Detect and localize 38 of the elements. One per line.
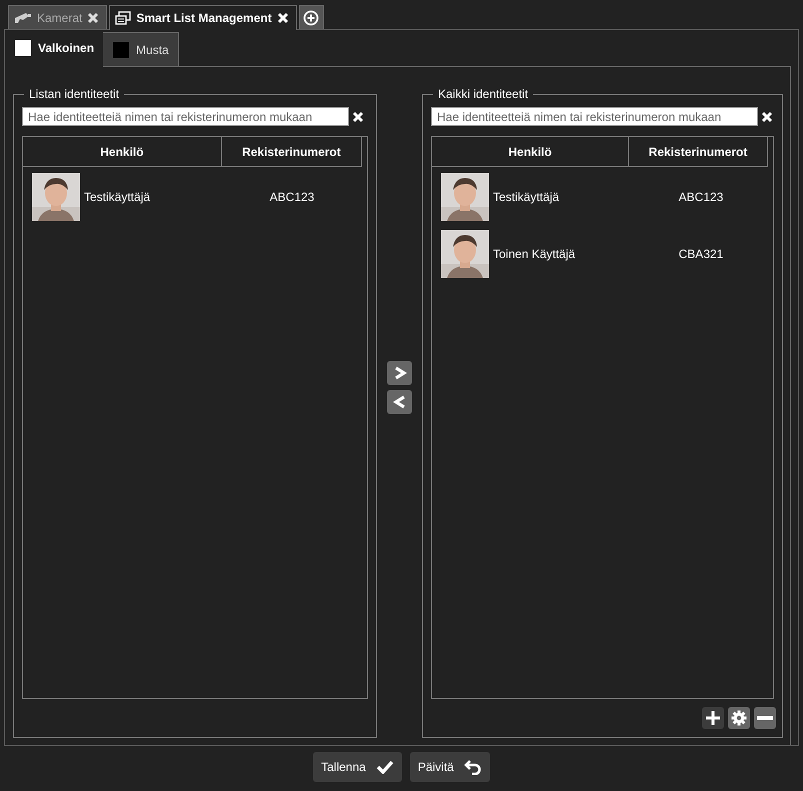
plate-number: ABC123 [678, 190, 724, 204]
search-field[interactable]: Hae identiteetteiä nimen tai rekisterinumeron mukaan [22, 107, 349, 126]
clear-search-icon[interactable] [761, 110, 773, 122]
plate-number: CBA321 [678, 247, 724, 261]
clear-search-icon[interactable] [352, 110, 364, 122]
tab[interactable]: Kamerat [8, 5, 108, 29]
list-window-icon [115, 11, 132, 25]
column-header[interactable]: Henkilö [432, 137, 630, 166]
remove-button[interactable] [754, 707, 776, 729]
panel-title: Listan identiteetit [28, 87, 120, 101]
column-header[interactable]: Henkilö [23, 137, 222, 166]
column-header[interactable]: Rekisterinumerot [629, 137, 768, 166]
list-tab[interactable]: Musta [103, 32, 179, 67]
person-name: Toinen Käyttäjä [493, 247, 576, 261]
search-field[interactable]: Hae identiteetteiä nimen tai rekisterinumeron mukaan [431, 107, 758, 126]
add-button[interactable] [702, 707, 724, 729]
chevron-right-icon [392, 366, 406, 380]
move-right-button[interactable] [387, 361, 412, 385]
panel-title: Kaikki identiteetit [437, 87, 530, 101]
person-name: Testikäyttäjä [84, 190, 150, 204]
save-button[interactable]: Tallenna [313, 752, 402, 782]
settings-icon [731, 710, 747, 726]
plus-icon [705, 710, 721, 726]
chevron-left-icon [392, 395, 406, 409]
minus-icon [757, 716, 773, 720]
settings-button[interactable] [728, 707, 750, 729]
tab[interactable]: Smart List Management [109, 5, 297, 30]
check-icon [376, 760, 394, 774]
add-tab-button[interactable] [298, 5, 324, 29]
plus-circle-icon [303, 10, 320, 26]
person-name: Testikäyttäjä [493, 190, 560, 204]
camera-icon [14, 12, 32, 24]
refresh-button[interactable]: Päivitä [410, 752, 490, 782]
move-left-button[interactable] [387, 390, 412, 414]
undo-arrow-icon [464, 759, 482, 775]
column-header[interactable]: Rekisterinumerot [222, 137, 362, 166]
plate-number: ABC123 [268, 190, 316, 204]
close-icon[interactable] [87, 12, 100, 24]
